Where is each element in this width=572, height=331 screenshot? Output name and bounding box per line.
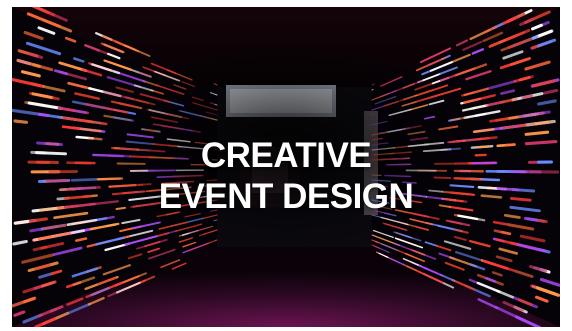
hero-image-frame: CREATIVE EVENT DESIGN — [12, 7, 560, 327]
hero-title: CREATIVE EVENT DESIGN — [12, 135, 560, 217]
hero-title-line-1: CREATIVE — [200, 136, 372, 175]
hero-title-line-2: EVENT DESIGN — [158, 177, 414, 216]
